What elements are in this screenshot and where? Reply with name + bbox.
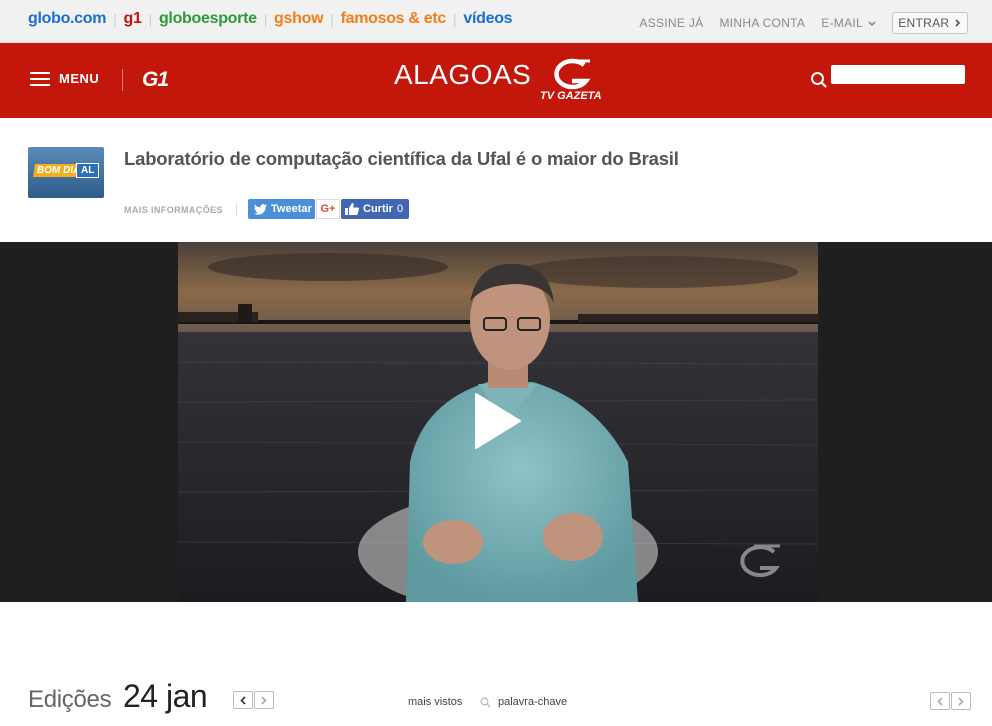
g1-logo[interactable]: G1: [142, 68, 169, 92]
tv-gazeta-logo-text: TV GAZETA: [540, 90, 602, 101]
next-date-button[interactable]: [254, 691, 274, 709]
tweet-label: Tweetar: [271, 203, 312, 215]
curtir-label: Curtir: [363, 203, 393, 215]
divider: [236, 203, 237, 216]
brand-link-globo[interactable]: globo.com: [28, 10, 106, 28]
date-nav: [233, 691, 275, 709]
brand-link-gshow[interactable]: gshow: [274, 10, 323, 28]
video-title: Laboratório de computação científica da …: [124, 148, 679, 169]
prev-list-button[interactable]: [930, 692, 950, 710]
brand-links: globo.com | g1 | globoesporte | gshow | …: [28, 10, 513, 28]
chevron-right-icon: [955, 19, 961, 27]
keyword-search[interactable]: palavra-chave: [480, 696, 567, 708]
site-header: MENU G1 ALAGOAS TV GAZETA: [0, 43, 992, 118]
next-list-button[interactable]: [951, 692, 971, 710]
divider: |: [330, 11, 334, 27]
chevron-left-icon: [937, 696, 943, 706]
keyword-label: palavra-chave: [498, 696, 568, 708]
like-count: 0: [396, 203, 404, 215]
tv-gazeta-logo[interactable]: TV GAZETA: [538, 55, 606, 101]
divider: |: [148, 11, 153, 27]
brand-link-videos[interactable]: vídeos: [463, 10, 512, 28]
mais-vistos-link[interactable]: mais vistos: [408, 696, 462, 708]
user-links: ASSINE JÁ MINHA CONTA E-MAIL ENTRAR: [623, 12, 968, 34]
chevron-right-icon: [261, 695, 267, 705]
divider: |: [453, 11, 457, 27]
tweet-button[interactable]: Tweetar: [248, 199, 315, 219]
divider: [122, 69, 123, 91]
program-logo-region: AL: [76, 163, 100, 178]
email-label: E-MAIL: [821, 16, 863, 30]
chevron-down-icon: [868, 21, 876, 27]
hamburger-icon: [30, 71, 50, 86]
chevron-right-icon: [958, 696, 964, 706]
chevron-left-icon: [240, 695, 246, 705]
gplus-button[interactable]: G+: [316, 199, 340, 219]
divider: |: [113, 11, 117, 27]
email-link[interactable]: E-MAIL: [821, 16, 876, 30]
entrar-label: ENTRAR: [898, 16, 950, 30]
search-icon[interactable]: [810, 71, 828, 89]
assine-link[interactable]: ASSINE JÁ: [639, 16, 703, 30]
menu-button[interactable]: MENU: [30, 71, 99, 86]
prev-date-button[interactable]: [233, 691, 253, 709]
brand-link-globoesporte[interactable]: globoesporte: [159, 10, 257, 28]
play-icon[interactable]: [474, 392, 522, 450]
more-info-link[interactable]: MAIS INFORMAÇÕES: [124, 205, 223, 215]
menu-label: MENU: [59, 71, 100, 86]
brand-link-g1[interactable]: g1: [124, 10, 142, 28]
list-nav: [930, 692, 972, 710]
program-thumbnail[interactable]: BOM DIA AL: [28, 147, 104, 198]
search-input[interactable]: [831, 65, 965, 84]
globo-top-bar: globo.com | g1 | globoesporte | gshow | …: [0, 0, 992, 43]
minha-conta-link[interactable]: MINHA CONTA: [719, 16, 805, 30]
editions-label: Edições: [28, 686, 112, 713]
thumbs-up-icon: [345, 203, 359, 215]
edition-date: 24 jan: [123, 678, 208, 714]
twitter-icon: [254, 203, 267, 215]
search-icon: [480, 697, 491, 707]
region-title[interactable]: ALAGOAS: [394, 59, 531, 91]
brand-link-famosos[interactable]: famosos & etc: [341, 10, 447, 28]
entrar-button[interactable]: ENTRAR: [892, 12, 968, 34]
facebook-like-button[interactable]: Curtir 0: [341, 199, 409, 219]
divider: |: [263, 11, 268, 27]
